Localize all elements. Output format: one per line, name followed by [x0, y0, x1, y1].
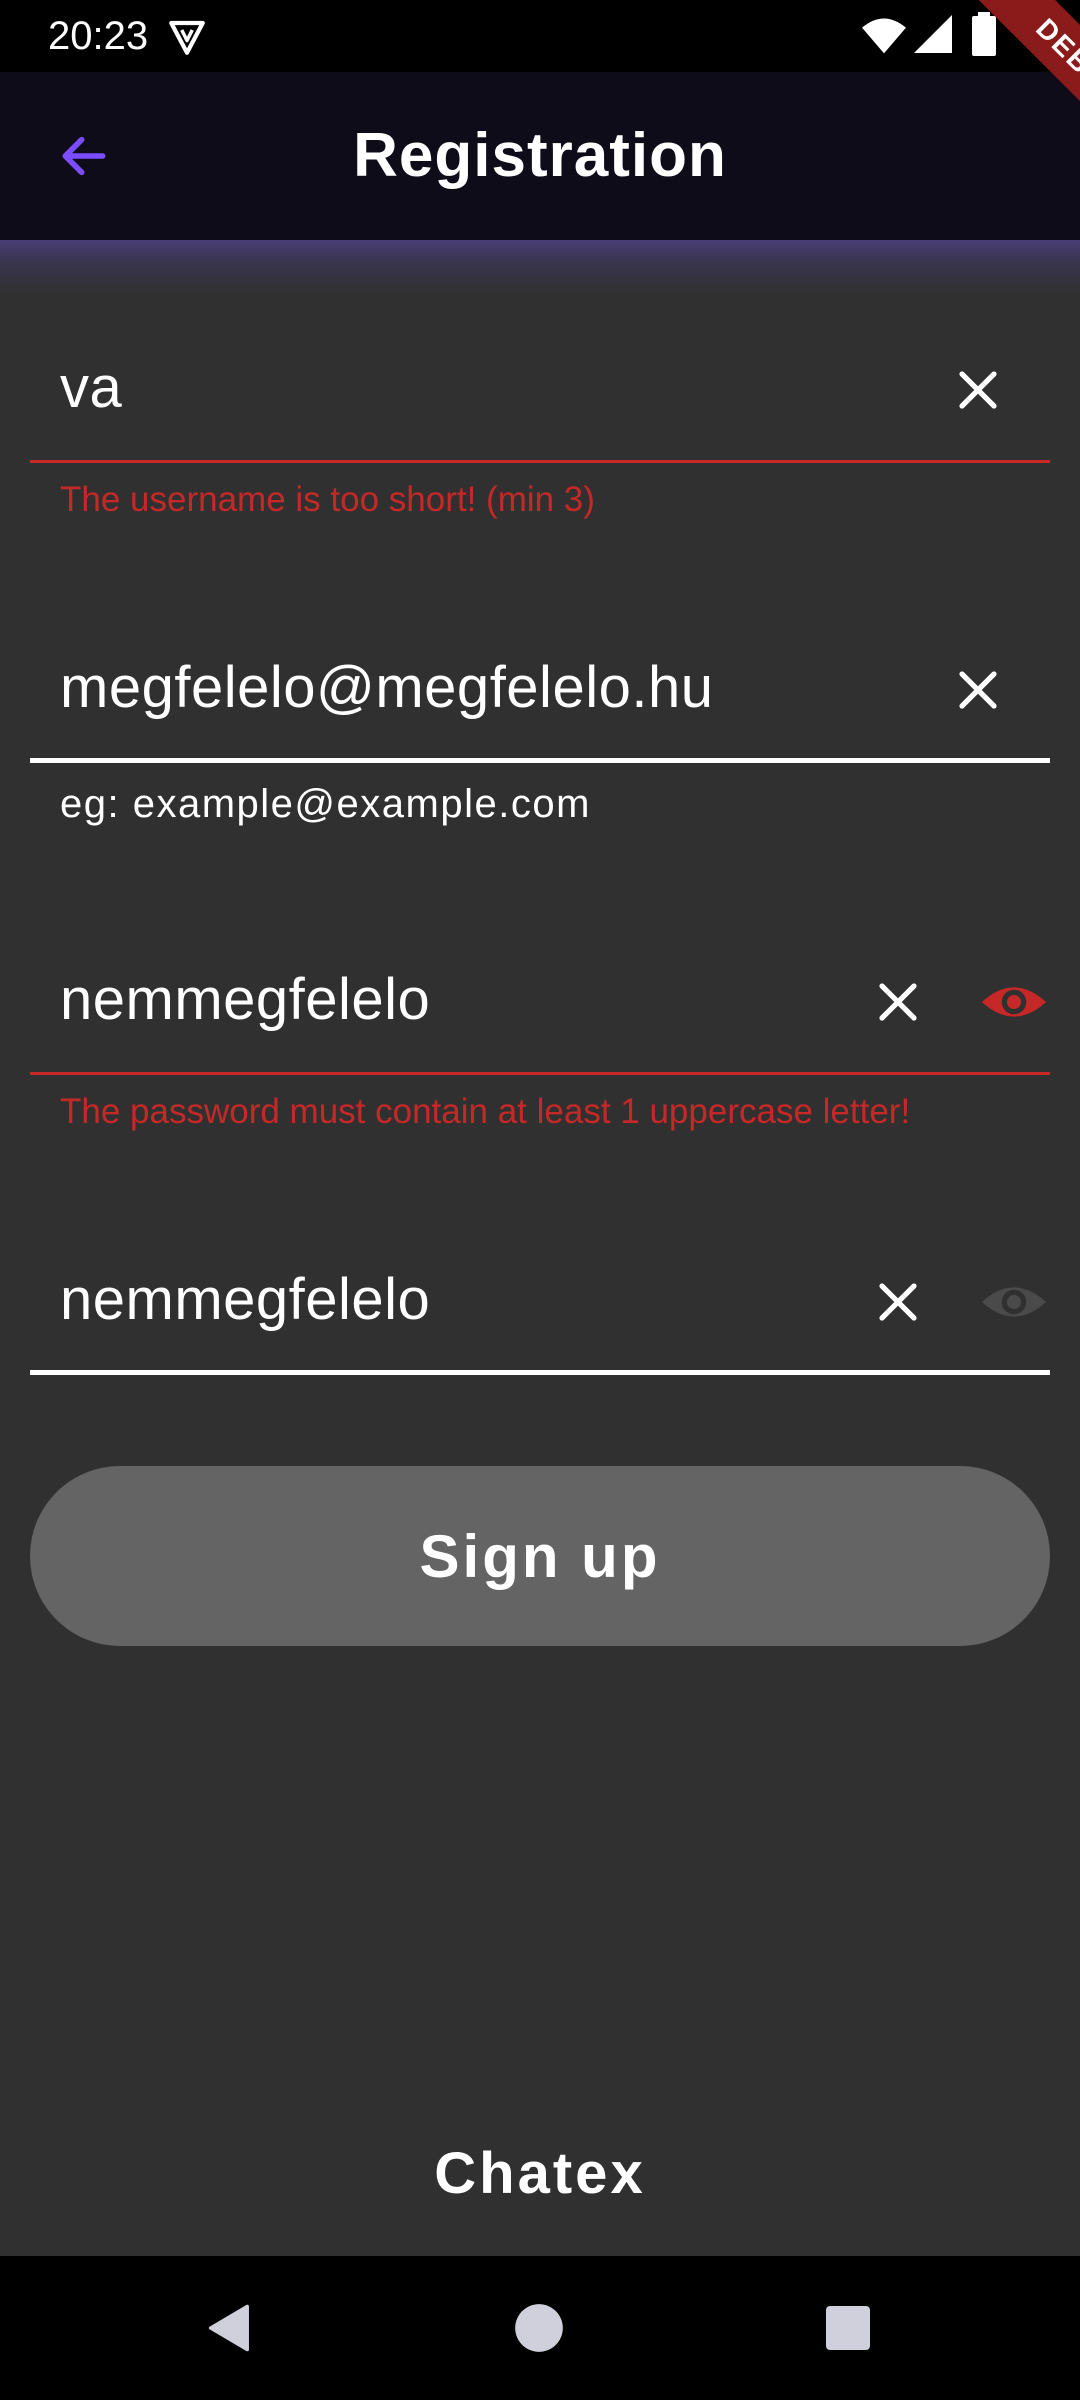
page-title: Registration [353, 121, 727, 190]
email-value[interactable]: megfelelo@megfelelo.hu [60, 654, 713, 721]
confirm-password-field[interactable]: nemmegfelelo [30, 1242, 1050, 1382]
password-visibility-toggle[interactable] [972, 960, 1056, 1044]
password-clear-button[interactable] [856, 960, 940, 1044]
email-hint-text: eg: example@example.com [60, 782, 591, 826]
status-bar: 20:23 [0, 0, 1080, 72]
username-error-text: The username is too short! (min 3) [60, 480, 595, 519]
email-underline [30, 758, 1050, 763]
nav-recents-icon [826, 2306, 870, 2350]
confirm-password-value[interactable]: nemmegfelelo [60, 1266, 430, 1333]
eye-icon [981, 1287, 1047, 1317]
footer-brand: Chatex [434, 2141, 646, 2206]
close-icon [959, 671, 997, 709]
nav-recents-button[interactable] [812, 2292, 884, 2364]
username-value[interactable]: va [60, 354, 122, 421]
wifi-icon [862, 18, 906, 54]
password-value[interactable]: nemmegfelelo [60, 966, 430, 1033]
nav-back-icon [208, 2304, 249, 2352]
email-field[interactable]: megfelelo@megfelelo.hu eg: example@examp… [30, 630, 1050, 830]
close-icon [959, 371, 997, 409]
password-underline [30, 1072, 1050, 1075]
nav-home-button[interactable] [503, 2292, 575, 2364]
password-field[interactable]: nemmegfelelo The password must contain a… [30, 942, 1050, 1142]
confirm-password-underline [30, 1370, 1050, 1375]
username-field[interactable]: va The username is too short! (min 3) [30, 330, 1050, 530]
close-icon [879, 983, 917, 1021]
eye-icon [981, 987, 1047, 1017]
nav-back-button[interactable] [194, 2292, 266, 2364]
vpn-shield-icon [169, 20, 205, 55]
app-bar-shadow [0, 240, 1080, 296]
username-underline [30, 460, 1050, 463]
system-nav-bar [0, 2256, 1080, 2400]
username-clear-button[interactable] [936, 348, 1020, 432]
password-error-text: The password must contain at least 1 upp… [60, 1092, 911, 1131]
signup-button[interactable]: Sign up [30, 1466, 1050, 1646]
close-icon [879, 1283, 917, 1321]
battery-icon [972, 12, 996, 56]
confirm-password-visibility-toggle[interactable] [972, 1260, 1056, 1344]
confirm-password-clear-button[interactable] [856, 1260, 940, 1344]
nav-home-icon [515, 2304, 563, 2352]
cell-signal-icon [914, 15, 952, 53]
status-time: 20:23 [48, 14, 149, 58]
email-clear-button[interactable] [936, 648, 1020, 732]
